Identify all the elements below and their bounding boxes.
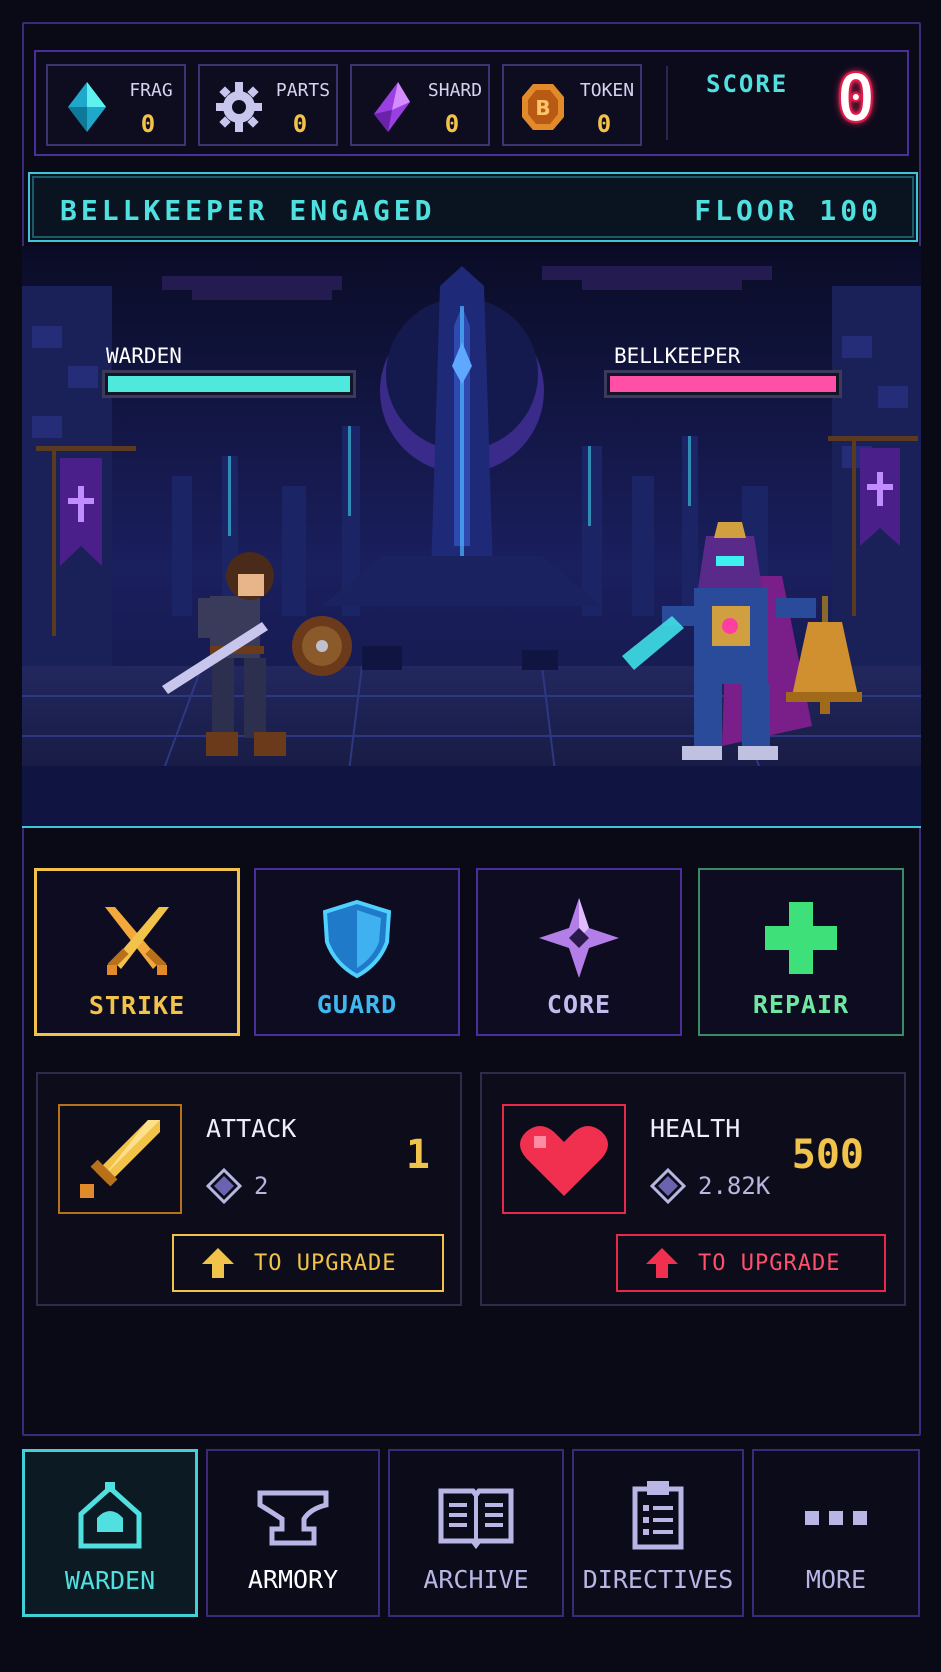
encounter-title: BELLKEEPER ENGAGED xyxy=(60,194,436,227)
nav-label: ARMORY xyxy=(247,1565,339,1594)
house-helmet-icon xyxy=(78,1482,142,1549)
nav-label: DIRECTIVES xyxy=(582,1565,734,1594)
cyan-crystal-icon xyxy=(68,82,106,132)
stat-name: ATTACK xyxy=(206,1114,297,1143)
diamond-icon xyxy=(650,1168,686,1204)
stat-value: 500 xyxy=(791,1132,864,1178)
guard-button[interactable]: GUARD xyxy=(254,868,460,1036)
health-stat-card: HEALTH 2.82K 500 TO UPGRADE xyxy=(480,1072,906,1306)
health-icon-box xyxy=(502,1104,626,1214)
player-hp-fill xyxy=(108,376,350,392)
core-button[interactable]: CORE xyxy=(476,868,682,1036)
action-label: REPAIR xyxy=(752,990,850,1019)
nav-label: WARDEN xyxy=(64,1566,156,1595)
battle-scene: WARDEN BELLKEEPER xyxy=(22,246,921,828)
resource-value: 0 xyxy=(140,110,156,138)
resource-bar: FRAG 0 PARTS 0 SHARD 0 B TOKEN 0 SCORE 0 xyxy=(34,50,909,156)
ellipsis-icon xyxy=(805,1511,867,1525)
resource-label: FRAG xyxy=(129,80,173,101)
resource-value: 0 xyxy=(596,110,612,138)
diamond-icon xyxy=(206,1168,242,1204)
bronze-token-icon: B xyxy=(522,84,564,130)
open-book-icon xyxy=(438,1488,514,1550)
upgrade-label: TO UPGRADE xyxy=(698,1251,841,1276)
arrow-up-icon xyxy=(646,1248,678,1278)
resource-value: 0 xyxy=(292,110,308,138)
resource-frag: FRAG 0 xyxy=(46,64,186,146)
action-label: CORE xyxy=(546,990,612,1019)
arrow-up-icon xyxy=(202,1248,234,1278)
resource-label: SHARD xyxy=(427,80,483,101)
floor-indicator: FLOOR 100 xyxy=(694,194,882,227)
upgrade-label: TO UPGRADE xyxy=(254,1251,397,1276)
strike-button[interactable]: STRIKE xyxy=(34,868,240,1036)
enemy-hp-fill xyxy=(610,376,836,392)
nav-armory[interactable]: ARMORY xyxy=(206,1449,380,1617)
enemy-hp-bar xyxy=(604,370,842,398)
attack-icon-box xyxy=(58,1104,182,1214)
resource-shard: SHARD 0 xyxy=(350,64,490,146)
action-label: STRIKE xyxy=(88,991,186,1020)
action-label: GUARD xyxy=(316,990,398,1019)
gear-icon xyxy=(216,82,262,132)
heart-icon xyxy=(520,1126,608,1196)
battle-background xyxy=(22,246,921,826)
enemy-name: BELLKEEPER xyxy=(614,344,741,368)
player-hp-bar xyxy=(102,370,356,398)
shield-icon xyxy=(322,899,392,978)
nav-label: ARCHIVE xyxy=(423,1565,529,1594)
plus-icon xyxy=(765,902,837,974)
nav-directives[interactable]: DIRECTIVES xyxy=(572,1449,744,1617)
attack-stat-card: ATTACK 2 1 TO UPGRADE xyxy=(36,1072,462,1306)
resource-label: TOKEN xyxy=(579,80,635,101)
attack-upgrade-button[interactable]: TO UPGRADE xyxy=(172,1234,444,1292)
stat-name: HEALTH xyxy=(650,1114,741,1143)
upgrade-cost: 2.82K xyxy=(698,1172,771,1200)
purple-shard-icon xyxy=(374,82,410,132)
four-point-star-icon xyxy=(539,898,619,978)
upgrade-cost: 2 xyxy=(254,1172,269,1200)
crossed-swords-icon xyxy=(105,907,169,975)
score-value: 0 xyxy=(835,59,877,138)
clipboard-icon xyxy=(632,1481,684,1550)
nav-archive[interactable]: ARCHIVE xyxy=(388,1449,564,1617)
nav-more[interactable]: MORE xyxy=(752,1449,920,1617)
anvil-icon xyxy=(257,1490,329,1546)
encounter-status-bar: BELLKEEPER ENGAGED FLOOR 100 xyxy=(28,172,918,242)
svg-text:B: B xyxy=(535,96,550,120)
sword-icon xyxy=(80,1120,160,1198)
nav-label: MORE xyxy=(805,1565,867,1594)
score-label: SCORE xyxy=(706,70,789,98)
resource-value: 0 xyxy=(444,110,460,138)
nav-warden[interactable]: WARDEN xyxy=(22,1449,198,1617)
stat-value: 1 xyxy=(405,1132,430,1178)
health-upgrade-button[interactable]: TO UPGRADE xyxy=(616,1234,886,1292)
resource-label: PARTS xyxy=(275,80,331,101)
resource-parts: PARTS 0 xyxy=(198,64,338,146)
repair-button[interactable]: REPAIR xyxy=(698,868,904,1036)
player-name: WARDEN xyxy=(106,344,182,368)
divider xyxy=(666,66,668,140)
resource-token: B TOKEN 0 xyxy=(502,64,642,146)
